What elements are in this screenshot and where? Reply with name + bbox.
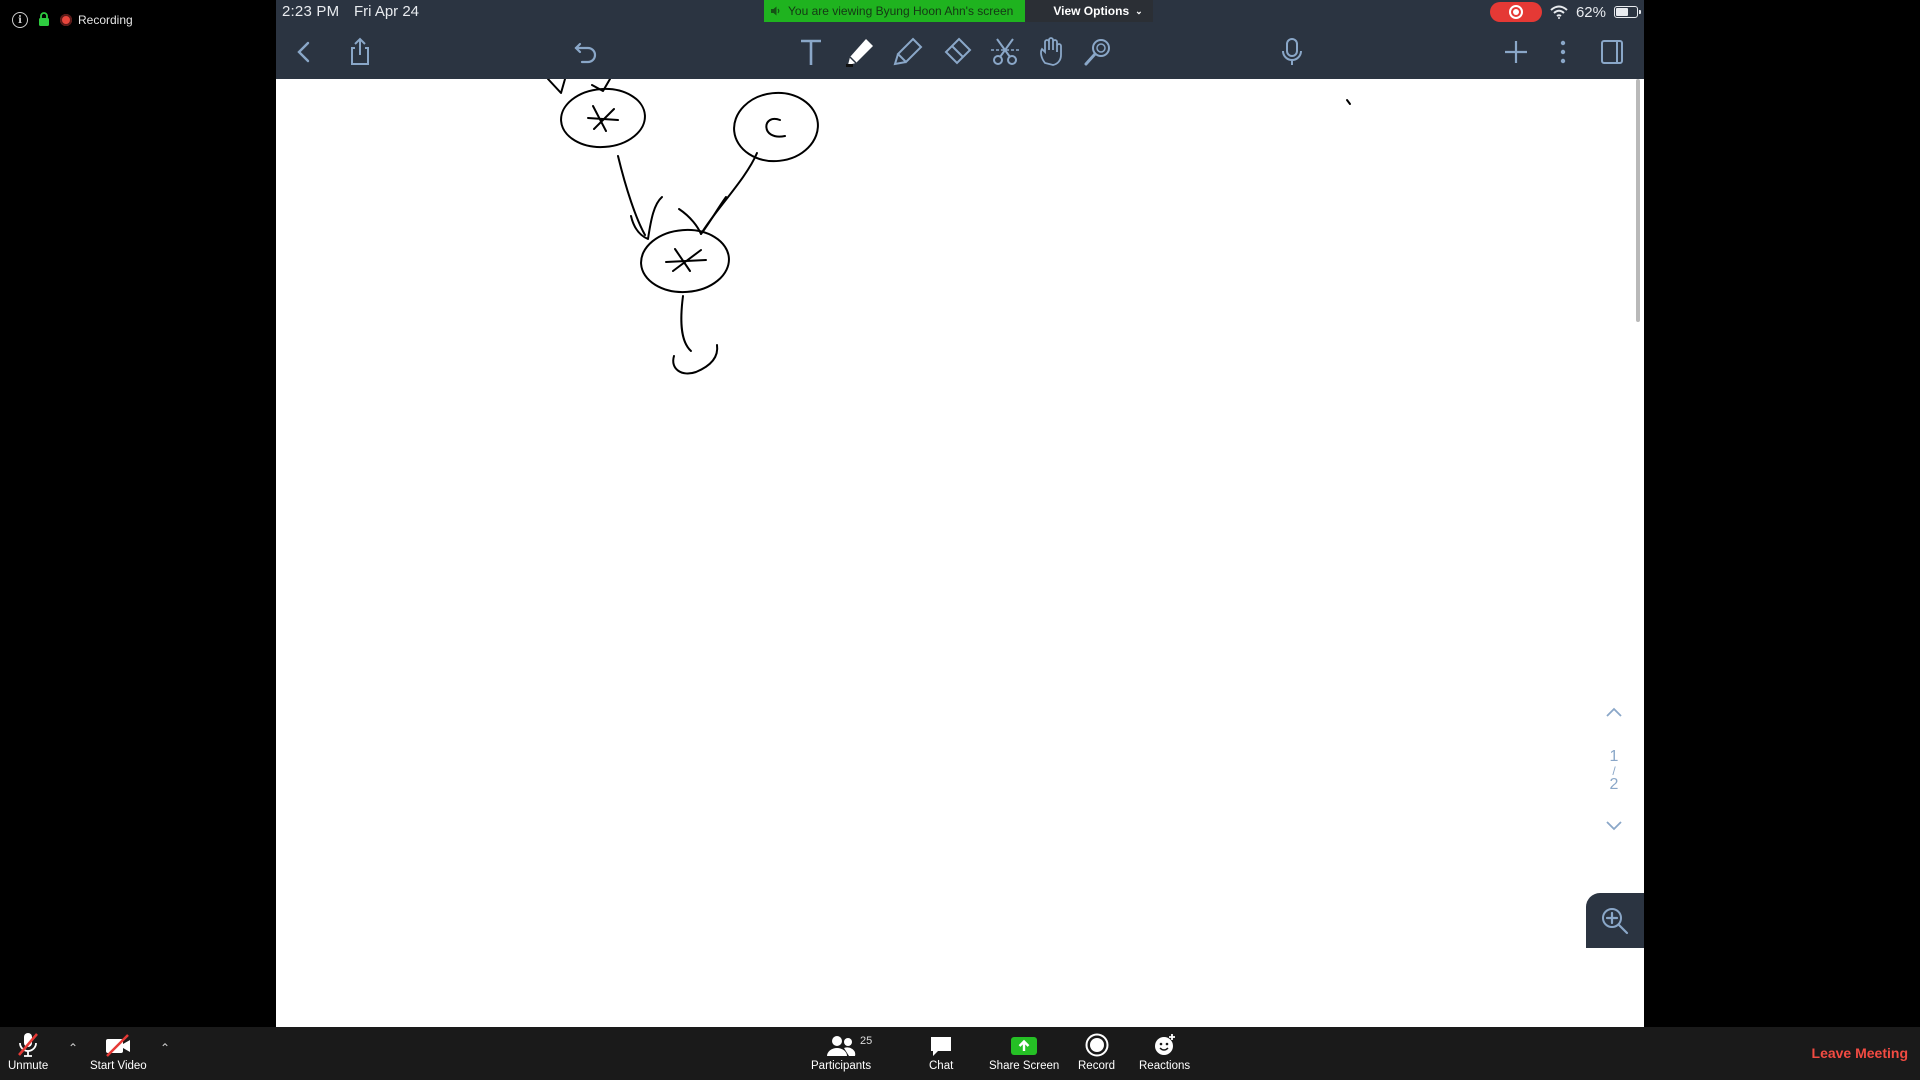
page-up-icon[interactable] [1602,704,1626,722]
participants-icon [826,1031,856,1057]
pen-tool-icon[interactable] [840,32,880,72]
view-options-label: View Options [1053,4,1130,18]
battery-icon [1614,6,1641,18]
page-separator: / [1612,764,1616,778]
share-screen-button[interactable]: Share Screen [989,1031,1059,1072]
scroll-indicator[interactable] [1636,79,1640,322]
chat-label: Chat [929,1060,954,1072]
participants-label: Participants [811,1060,872,1072]
start-video-button[interactable]: Start Video [90,1031,147,1072]
start-video-label: Start Video [90,1060,147,1072]
eraser-icon[interactable] [937,32,977,72]
reactions-label: Reactions [1139,1060,1191,1072]
page-down-icon[interactable] [1602,818,1626,836]
microphone-icon[interactable] [1272,32,1312,72]
video-options-chevron-icon[interactable]: ⌃ [160,1041,170,1055]
wifi-icon [1550,5,1568,19]
view-options-button[interactable]: View Options ⌄ [1025,0,1153,22]
page-navigator: 1 / 2 [1602,704,1626,836]
notes-canvas[interactable] [276,79,1644,1027]
info-icon[interactable]: i [12,12,28,28]
recording-icon [60,14,72,26]
text-tool-icon[interactable] [791,32,831,72]
laser-pointer-icon[interactable] [1078,32,1118,72]
lock-icon[interactable] [38,11,50,29]
chevron-down-icon: ⌄ [1135,5,1143,16]
audio-options-chevron-icon[interactable]: ⌃ [68,1041,78,1055]
zoom-control-bar: Unmute ⌃ Start Video ⌃ Participants 25 C… [0,1027,1920,1080]
record-label: Record [1078,1060,1116,1072]
record-icon [1085,1031,1109,1057]
undo-icon[interactable] [566,32,606,72]
viewing-banner: You are viewing Byung Hoon Ahn's screen … [764,0,1153,22]
add-icon[interactable] [1496,32,1536,72]
reactions-icon [1153,1031,1177,1057]
back-icon[interactable] [285,32,325,72]
lasso-scissors-icon[interactable] [985,32,1025,72]
ipad-date: Fri Apr 24 [354,3,420,20]
recording-label: Recording [78,13,133,27]
ipad-status-right: 62% [1489,2,1641,22]
participants-count: 25 [860,1035,873,1047]
share-screen-label: Share Screen [989,1060,1060,1072]
ipad-time: 2:23 PM [282,3,340,20]
viewing-notice: You are viewing Byung Hoon Ahn's screen [764,0,1026,22]
unmute-label: Unmute [8,1060,49,1072]
hand-tool-icon[interactable] [1031,32,1071,72]
screen-recording-indicator [1489,2,1542,22]
zoom-in-icon [1602,907,1629,934]
pages-icon[interactable] [1592,32,1632,72]
more-icon[interactable] [1543,32,1583,72]
battery-percent: 62% [1575,3,1606,21]
viewing-text: You are viewing Byung Hoon Ahn's screen [788,4,1014,18]
ipad-status-bar: 2:23 PM Fri Apr 24 You are viewing Byung… [276,0,1644,24]
speaker-icon [771,6,780,16]
video-off-icon [104,1031,132,1057]
muted-microphone-icon [16,1031,40,1057]
unmute-button[interactable]: Unmute [8,1031,48,1072]
shared-screen: 2:23 PM Fri Apr 24 You are viewing Byung… [276,0,1644,1027]
zoom-status-bar: i Recording [12,10,133,30]
notes-toolbar [276,24,1644,79]
chat-icon [929,1031,953,1057]
handwritten-diagram [547,79,1351,375]
chat-button[interactable]: Chat [929,1031,953,1072]
zoom-in-button[interactable] [1586,893,1644,948]
reactions-button[interactable]: Reactions [1139,1031,1190,1072]
record-button[interactable]: Record [1078,1031,1115,1072]
leave-meeting-button[interactable]: Leave Meeting [1812,1045,1908,1061]
highlighter-icon[interactable] [888,32,928,72]
share-icon[interactable] [340,32,380,72]
total-pages: 2 [1609,776,1619,793]
share-screen-icon [1010,1031,1038,1057]
